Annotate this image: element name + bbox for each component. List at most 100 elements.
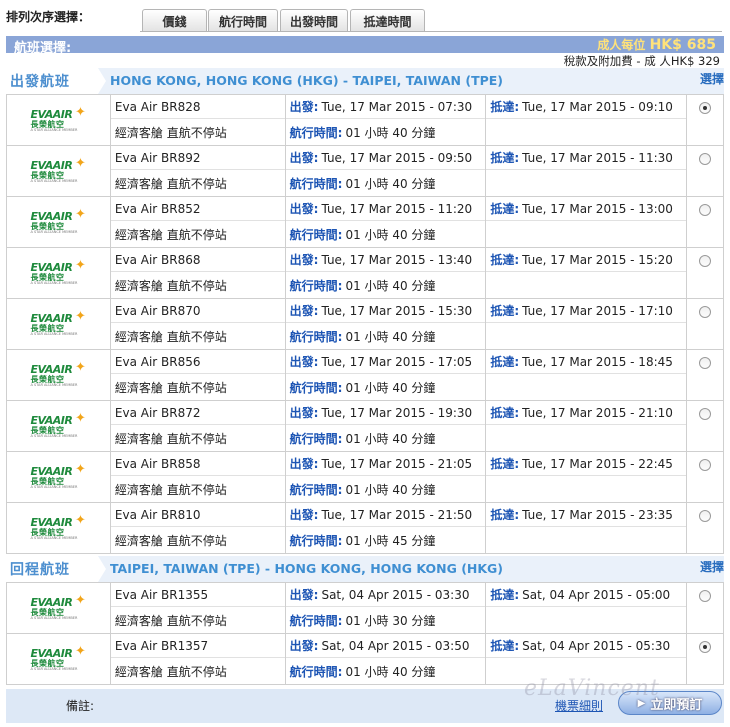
header-title: 航班選擇: bbox=[14, 41, 72, 56]
flight-select-radio[interactable] bbox=[699, 641, 711, 653]
tab-sort-arrive-time[interactable]: 抵達時間 bbox=[350, 9, 425, 32]
flight-number: Eva Air BR872 bbox=[114, 405, 201, 420]
duration-label: 航行時間: bbox=[289, 278, 343, 293]
flight-select-radio[interactable] bbox=[699, 255, 712, 267]
arrive-label: 抵達: bbox=[490, 100, 520, 114]
inbound-label: 回程航班 bbox=[6, 556, 98, 582]
arrive-datetime: Tue, 17 Mar 2015 - 11:30 bbox=[522, 150, 673, 165]
flight-row[interactable]: EVAAIR 長榮航空 ✦ A STAR ALLIANCE MEMBER Eva Air… bbox=[6, 94, 724, 146]
logo-tagline: A STAR ALLIANCE MEMBER bbox=[30, 127, 78, 132]
arrive-datetime: Tue, 17 Mar 2015 - 13:00 bbox=[522, 201, 673, 216]
flight-number: Eva Air BR870 bbox=[114, 303, 201, 318]
logo-tagline: A STAR ALLIANCE MEMBER bbox=[30, 433, 78, 438]
airline-logo-cell: EVAAIR 長榮航空 ✦ A STAR ALLIANCE MEMBER bbox=[6, 145, 111, 197]
price-per-adult: 成人每位 HK$ 685 bbox=[597, 36, 716, 53]
duration-label: 航行時間: bbox=[289, 176, 343, 191]
flight-duration: 01 小時 40 分鐘 bbox=[345, 329, 436, 344]
arrive-label: 抵達: bbox=[490, 253, 520, 267]
eva-air-logo: EVAAIR 長榮航空 ✦ A STAR ALLIANCE MEMBER bbox=[27, 155, 89, 185]
star-icon: ✦ bbox=[75, 206, 86, 222]
depart-label: 出發: bbox=[289, 253, 319, 267]
tab-sort-price[interactable]: 價錢 bbox=[142, 9, 207, 32]
depart-datetime: Tue, 17 Mar 2015 - 13:40 bbox=[321, 252, 473, 267]
depart-datetime: Tue, 17 Mar 2015 - 19:30 bbox=[321, 405, 473, 420]
cabin-class: 經濟客艙 直航不停站 bbox=[114, 482, 227, 497]
flight-select-radio[interactable] bbox=[699, 357, 712, 369]
duration-label: 航行時間: bbox=[289, 125, 343, 140]
flight-select-radio[interactable] bbox=[699, 590, 711, 602]
arrive-datetime: Sat, 04 Apr 2015 - 05:00 bbox=[522, 587, 671, 602]
star-icon: ✦ bbox=[75, 461, 86, 477]
flight-select-radio[interactable] bbox=[699, 510, 712, 522]
depart-label: 出發: bbox=[289, 406, 319, 420]
logo-tagline: A STAR ALLIANCE MEMBER bbox=[30, 666, 78, 671]
flight-number: Eva Air BR892 bbox=[114, 150, 201, 165]
airline-logo-cell: EVAAIR 長榮航空 ✦ A STAR ALLIANCE MEMBER bbox=[6, 349, 111, 401]
duration-label: 航行時間: bbox=[289, 533, 343, 548]
arrive-datetime: Tue, 17 Mar 2015 - 21:10 bbox=[522, 405, 673, 420]
duration-label: 航行時間: bbox=[289, 227, 343, 242]
depart-label: 出發: bbox=[289, 151, 319, 165]
flight-row[interactable]: EVAAIR 長榮航空 ✦ A STAR ALLIANCE MEMBER Eva Air… bbox=[6, 451, 724, 503]
flight-row[interactable]: EVAAIR 長榮航空 ✦ A STAR ALLIANCE MEMBER Eva Air… bbox=[6, 349, 724, 401]
cabin-class: 經濟客艙 直航不停站 bbox=[114, 125, 227, 140]
flight-duration: 01 小時 40 分鐘 bbox=[345, 176, 436, 191]
arrive-label: 抵達: bbox=[490, 508, 520, 522]
depart-label: 出發: bbox=[289, 355, 319, 369]
flight-duration: 01 小時 40 分鐘 bbox=[345, 125, 436, 140]
flight-select-radio[interactable] bbox=[699, 306, 712, 318]
inbound-choose-label: 選擇 bbox=[699, 560, 724, 574]
sort-bar: 排列次序選擇： 價錢 航行時間 出發時間 抵達時間 bbox=[0, 0, 730, 34]
depart-label: 出發: bbox=[289, 202, 319, 216]
airline-logo-cell: EVAAIR 長榮航空 ✦ A STAR ALLIANCE MEMBER bbox=[6, 633, 111, 685]
eva-air-logo: EVAAIR 長榮航空 ✦ A STAR ALLIANCE MEMBER bbox=[27, 359, 89, 389]
depart-datetime: Tue, 17 Mar 2015 - 15:30 bbox=[321, 303, 473, 318]
arrive-label: 抵達: bbox=[490, 588, 520, 602]
flight-select-radio[interactable] bbox=[699, 204, 712, 216]
depart-label: 出發: bbox=[289, 508, 319, 522]
airline-logo-cell: EVAAIR 長榮航空 ✦ A STAR ALLIANCE MEMBER bbox=[6, 400, 111, 452]
flight-row[interactable]: EVAAIR 長榮航空 ✦ A STAR ALLIANCE MEMBER Eva Air… bbox=[6, 582, 724, 634]
depart-datetime: Tue, 17 Mar 2015 - 21:50 bbox=[321, 507, 473, 522]
tab-sort-depart-time[interactable]: 出發時間 bbox=[280, 9, 348, 32]
flight-row[interactable]: EVAAIR 長榮航空 ✦ A STAR ALLIANCE MEMBER Eva Air… bbox=[6, 196, 724, 248]
depart-label: 出發: bbox=[289, 304, 319, 318]
arrive-label: 抵達: bbox=[490, 202, 520, 216]
flight-row[interactable]: EVAAIR 長榮航空 ✦ A STAR ALLIANCE MEMBER Eva Air… bbox=[6, 400, 724, 452]
logo-tagline: A STAR ALLIANCE MEMBER bbox=[30, 331, 78, 336]
flight-row[interactable]: EVAAIR 長榮航空 ✦ A STAR ALLIANCE MEMBER Eva Air… bbox=[6, 145, 724, 197]
logo-tagline: A STAR ALLIANCE MEMBER bbox=[30, 615, 78, 620]
arrive-datetime: Tue, 17 Mar 2015 - 22:45 bbox=[522, 456, 673, 471]
arrive-label: 抵達: bbox=[490, 639, 520, 653]
flight-select-radio[interactable] bbox=[699, 102, 712, 114]
flight-select-radio[interactable] bbox=[699, 153, 712, 165]
eva-air-logo: EVAAIR 長榮航空 ✦ A STAR ALLIANCE MEMBER bbox=[27, 461, 89, 491]
inbound-flight-table: EVAAIR 長榮航空 ✦ A STAR ALLIANCE MEMBER Eva Air… bbox=[6, 582, 724, 685]
logo-tagline: A STAR ALLIANCE MEMBER bbox=[30, 178, 78, 183]
flight-number: Eva Air BR852 bbox=[114, 201, 201, 216]
flight-select-radio[interactable] bbox=[699, 408, 712, 420]
depart-datetime: Tue, 17 Mar 2015 - 11:20 bbox=[321, 201, 473, 216]
duration-label: 航行時間: bbox=[289, 482, 343, 497]
duration-label: 航行時間: bbox=[289, 613, 343, 628]
chevron-right-icon bbox=[98, 68, 106, 94]
cabin-class: 經濟客艙 直航不停站 bbox=[114, 176, 227, 191]
flight-duration: 01 小時 40 分鐘 bbox=[345, 664, 436, 679]
arrive-label: 抵達: bbox=[490, 304, 520, 318]
airline-logo-cell: EVAAIR 長榮航空 ✦ A STAR ALLIANCE MEMBER bbox=[6, 94, 111, 146]
depart-label: 出發: bbox=[289, 588, 319, 602]
depart-datetime: Tue, 17 Mar 2015 - 17:05 bbox=[321, 354, 473, 369]
arrive-datetime: Tue, 17 Mar 2015 - 23:35 bbox=[522, 507, 673, 522]
flight-duration: 01 小時 40 分鐘 bbox=[345, 482, 436, 497]
inbound-route: TAIPEI, TAIWAN (TPE) - HONG KONG, HONG K… bbox=[110, 561, 504, 576]
flight-select-radio[interactable] bbox=[699, 459, 712, 471]
eva-air-logo: EVAAIR 長榮航空 ✦ A STAR ALLIANCE MEMBER bbox=[27, 592, 89, 622]
flight-number: Eva Air BR1357 bbox=[114, 638, 209, 653]
star-icon: ✦ bbox=[75, 104, 86, 120]
flight-row[interactable]: EVAAIR 長榮航空 ✦ A STAR ALLIANCE MEMBER Eva Air… bbox=[6, 502, 724, 554]
depart-datetime: Sat, 04 Apr 2015 - 03:30 bbox=[321, 587, 470, 602]
flight-row[interactable]: EVAAIR 長榮航空 ✦ A STAR ALLIANCE MEMBER Eva Air… bbox=[6, 247, 724, 299]
flight-row[interactable]: EVAAIR 長榮航空 ✦ A STAR ALLIANCE MEMBER Eva Air… bbox=[6, 298, 724, 350]
tab-sort-duration[interactable]: 航行時間 bbox=[208, 9, 278, 32]
eva-air-logo: EVAAIR 長榮航空 ✦ A STAR ALLIANCE MEMBER bbox=[27, 257, 89, 287]
